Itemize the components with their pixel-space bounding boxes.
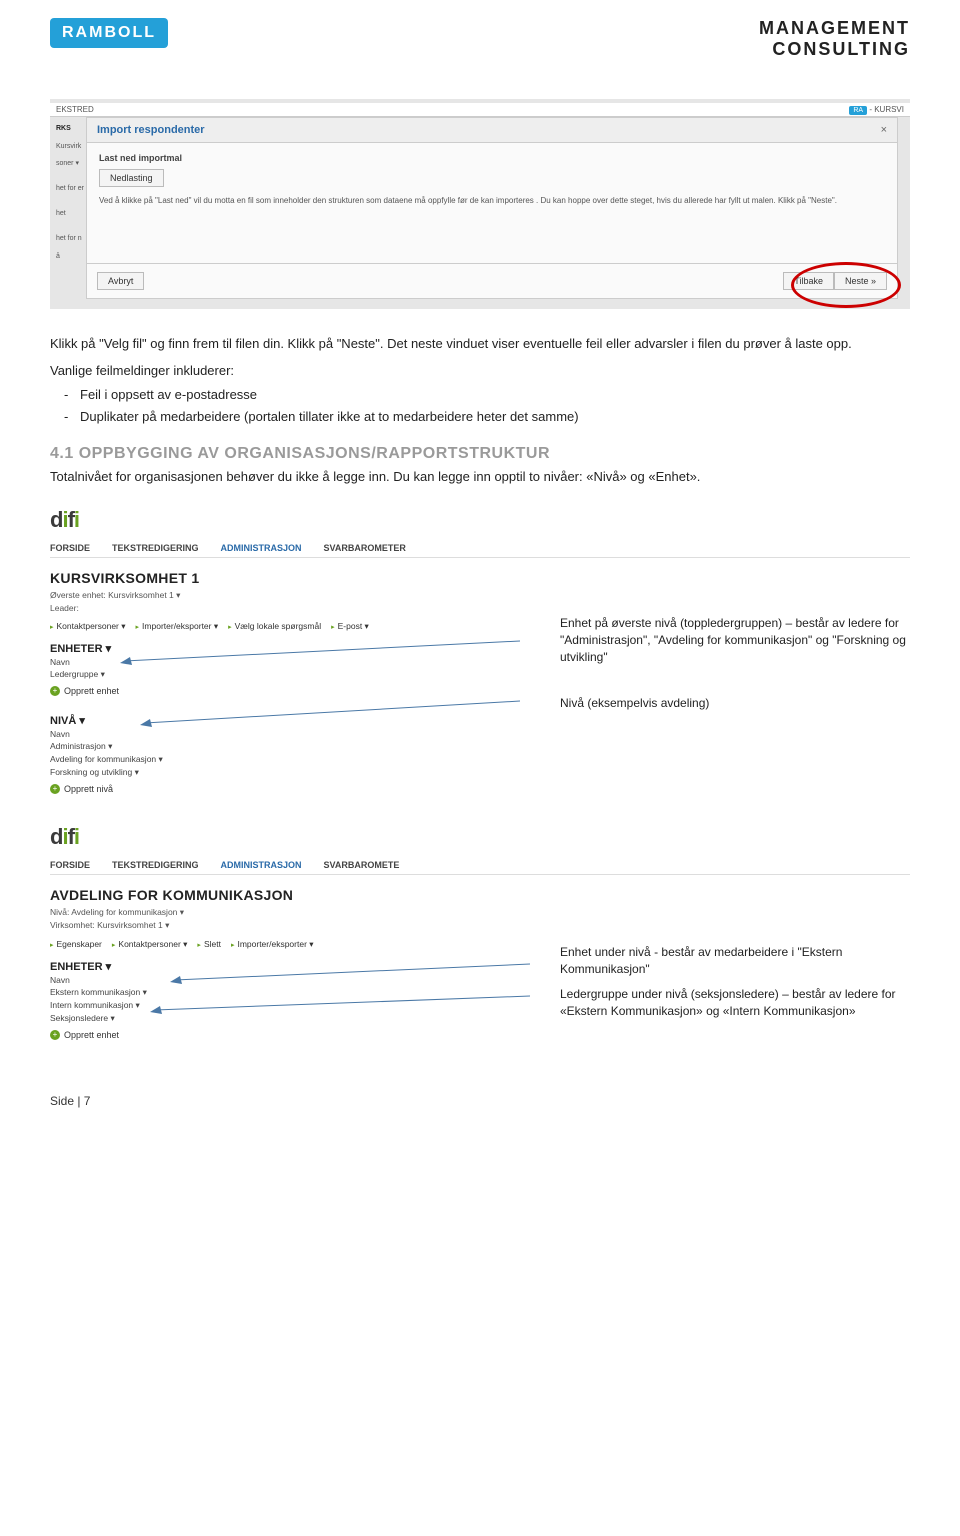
last-ned-importmal-label: Last ned importmal	[99, 153, 885, 163]
bg-hetforn: het for n	[56, 233, 84, 244]
meta-nivaa[interactable]: Nivå: Avdeling for kommunikasjon ▾	[50, 907, 910, 918]
strip-left-label: EKSTRED	[56, 105, 94, 114]
opprett-nivaa-label: Opprett nivå	[64, 784, 113, 794]
neste-button[interactable]: Neste »	[834, 272, 887, 290]
menu-tekstredigering[interactable]: TEKSTREDIGERING	[112, 543, 199, 553]
app-top-strip: EKSTRED RA - KURSVI	[50, 103, 910, 117]
nivaa-row-admin[interactable]: Administrasjon ▾	[50, 741, 910, 752]
tb-vaelg-lokale[interactable]: Vælg lokale spørgsmål	[228, 621, 321, 632]
tb-importer-eksporter[interactable]: Importer/eksporter ▾	[136, 621, 219, 632]
ramboll-logo: RAMBOLL	[50, 18, 168, 48]
paragraph-2-lead: Vanlige feilmeldinger inkluderer:	[50, 363, 234, 378]
bg-a: å	[56, 251, 84, 262]
page-title-kursvirksomhet: KURSVIRKSOMHET 1	[50, 570, 910, 586]
screenshot-avdeling-kommunikasjon: difi FORSIDE TEKSTREDIGERING ADMINISTRAS…	[50, 824, 910, 1044]
section-heading-4-1: 4.1 OPPBYGGING AV ORGANISASJONS/RAPPORTS…	[50, 445, 910, 463]
difi-logo: difi	[50, 824, 910, 850]
page-header: RAMBOLL MANAGEMENT CONSULTING	[50, 18, 910, 59]
bg-rks: RKS	[56, 123, 84, 134]
nivaa-row-avdeling[interactable]: Avdeling for kommunikasjon ▾	[50, 754, 910, 765]
avbryt-button[interactable]: Avbryt	[97, 272, 144, 290]
mgmt-line-2: CONSULTING	[759, 39, 910, 60]
nivaa-heading[interactable]: NIVÅ ▾	[50, 714, 910, 727]
plus-icon: +	[50, 784, 60, 794]
difi-logo: difi	[50, 507, 910, 533]
bg-soner: soner ▾	[56, 158, 84, 169]
import-respondenter-dialog: Import respondenter × Last ned importmal…	[86, 117, 898, 299]
nedlasting-button[interactable]: Nedlasting	[99, 169, 164, 187]
bg-hetfor: het for er	[56, 183, 84, 194]
tb-importer-eksporter[interactable]: Importer/eksporter ▾	[231, 939, 314, 950]
tb-slett[interactable]: Slett	[197, 939, 221, 950]
opprett-enhet-label: Opprett enhet	[64, 686, 119, 696]
bg-kursv: Kursvirk	[56, 141, 84, 152]
tb-kontaktpersoner[interactable]: Kontaktpersoner ▾	[112, 939, 188, 950]
plus-icon: +	[50, 686, 60, 696]
menu-administrasjon[interactable]: ADMINISTRASJON	[221, 860, 302, 870]
meta-leader: Leader:	[50, 603, 910, 613]
meta-virksomhet[interactable]: Virksomhet: Kursvirksomhet 1 ▾	[50, 920, 910, 931]
management-consulting-logo: MANAGEMENT CONSULTING	[759, 18, 910, 59]
paragraph-2: Vanlige feilmeldinger inkluderer: Feil i…	[50, 361, 910, 427]
nivaa-row-forskning[interactable]: Forskning og utvikling ▾	[50, 767, 910, 778]
dialog-body: Last ned importmal Nedlasting Ved å klik…	[87, 143, 897, 263]
strip-right: RA - KURSVI	[849, 105, 904, 114]
strip-right-text: - KURSVI	[867, 105, 904, 114]
strip-right-tag: RA	[849, 106, 867, 115]
callout-enhet-overste: Enhet på øverste nivå (toppledergruppen)…	[560, 615, 910, 665]
dialog-title: Import respondenter	[97, 124, 205, 136]
menu-tekstredigering[interactable]: TEKSTREDIGERING	[112, 860, 199, 870]
nivaa-col-navn: Navn	[50, 729, 910, 739]
page-title-avdeling: AVDELING FOR KOMMUNIKASJON	[50, 887, 910, 903]
dialog-header: Import respondenter ×	[87, 118, 897, 143]
dialog-hint-text: Ved å klikke på "Last ned" vil du motta …	[99, 195, 885, 206]
paragraph-1: Klikk på "Velg fil" og finn frem til fil…	[50, 334, 910, 354]
callout-ledergruppe-under-nivaa: Ledergruppe under nivå (seksjonsledere) …	[560, 986, 910, 1020]
opprett-enhet-label: Opprett enhet	[64, 1030, 119, 1040]
tb-egenskaper[interactable]: Egenskaper	[50, 939, 102, 950]
callout-nivaa: Nivå (eksempelvis avdeling)	[560, 695, 910, 712]
menu-forside[interactable]: FORSIDE	[50, 860, 90, 870]
paragraph-1-text: Klikk på "Velg fil" og finn frem til fil…	[50, 336, 852, 351]
menu-forside[interactable]: FORSIDE	[50, 543, 90, 553]
plus-icon: +	[50, 1030, 60, 1040]
menu-svarbarometer[interactable]: SVARBAROMETE	[324, 860, 400, 870]
bg-het: het	[56, 208, 84, 219]
meta-overste-enhet[interactable]: Øverste enhet: Kursvirksomhet 1 ▾	[50, 590, 910, 601]
opprett-enhet-link[interactable]: + Opprett enhet	[50, 1030, 910, 1040]
main-menu: FORSIDE TEKSTREDIGERING ADMINISTRASJON S…	[50, 539, 910, 558]
background-left-column: RKS Kursvirk soner ▾ het for er het het …	[56, 123, 84, 267]
enheter-row-ledergruppe[interactable]: Ledergruppe ▾	[50, 669, 910, 680]
dialog-close-button[interactable]: ×	[881, 124, 887, 136]
bullet-2: Duplikater på medarbeidere (portalen til…	[80, 407, 910, 427]
main-menu: FORSIDE TEKSTREDIGERING ADMINISTRASJON S…	[50, 856, 910, 875]
mgmt-line-1: MANAGEMENT	[759, 18, 910, 39]
menu-administrasjon[interactable]: ADMINISTRASJON	[221, 543, 302, 553]
dialog-footer-right: Tilbake Neste »	[783, 272, 887, 290]
callout-enhet-under-nivaa: Enhet under nivå - består av medarbeider…	[560, 944, 910, 978]
opprett-nivaa-link[interactable]: + Opprett nivå	[50, 784, 910, 794]
tb-epost[interactable]: E-post ▾	[331, 621, 369, 632]
screenshot-import-dialog: EKSTRED RA - KURSVI RKS Kursvirk soner ▾…	[50, 99, 910, 309]
bullet-1: Feil i oppsett av e-postadresse	[80, 385, 910, 405]
tilbake-button[interactable]: Tilbake	[783, 272, 834, 290]
section-4-1-desc: Totalnivået for organisasjonen behøver d…	[50, 467, 910, 487]
page-footer: Side | 7	[50, 1094, 910, 1108]
menu-svarbarometer[interactable]: SVARBAROMETER	[324, 543, 406, 553]
tb-kontaktpersoner[interactable]: Kontaktpersoner ▾	[50, 621, 126, 632]
screenshot-kursvirksomhet: difi FORSIDE TEKSTREDIGERING ADMINISTRAS…	[50, 507, 910, 794]
dialog-footer: Avbryt Tilbake Neste »	[87, 263, 897, 298]
